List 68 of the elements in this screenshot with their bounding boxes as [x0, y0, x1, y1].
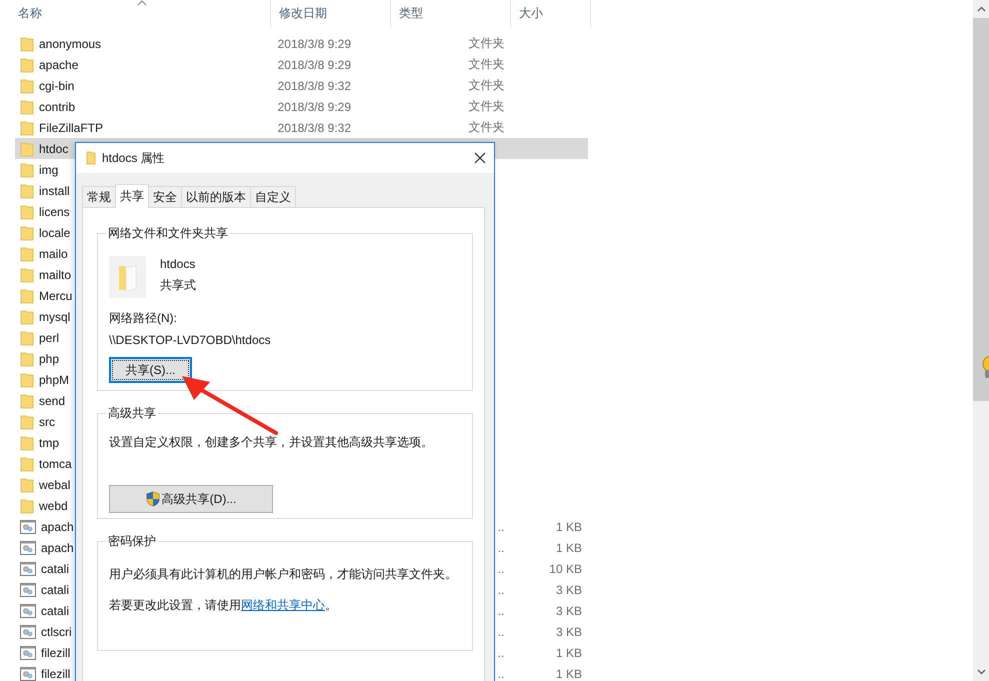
- path-label: 网络路径(N):: [109, 310, 177, 327]
- file-name: send: [39, 394, 66, 408]
- file-type: 文件夹: [468, 119, 504, 136]
- share-status: 共享式: [160, 277, 196, 294]
- description-text: 设置自定义权限，创建多个共享，并设置其他高级共享选项。: [109, 434, 433, 451]
- description-text: 用户必须具有此计算机的用户帐户和密码，才能访问共享文件夹。: [109, 566, 457, 583]
- file-name: tmp: [39, 436, 60, 450]
- modified-date: 2018/3/8 9:32: [278, 78, 351, 92]
- file-name: mailo: [39, 246, 68, 260]
- file-name: catali: [41, 562, 70, 576]
- file-size: 1 KB: [556, 646, 582, 660]
- file-name: catali: [41, 604, 70, 618]
- file-name: mysql: [39, 310, 70, 324]
- file-type: ..: [498, 562, 504, 576]
- file-name: install: [39, 184, 70, 198]
- file-type: 文件夹: [468, 35, 504, 52]
- window-title: htdocs 属性: [102, 150, 165, 166]
- settings-note: 若要更改此设置，请使用网络和共享中心。: [109, 597, 337, 614]
- file-type: ..: [498, 520, 504, 534]
- file-name: phpM: [39, 372, 70, 386]
- file-size: 10 KB: [549, 562, 582, 576]
- file-name: webd: [39, 498, 68, 512]
- network-path: \\DESKTOP-LVD7OBD\htdocs: [109, 333, 271, 347]
- folder-name: htdocs: [160, 257, 196, 271]
- file-type: ..: [498, 604, 504, 618]
- file-name: licens: [39, 204, 70, 218]
- file-name: img: [39, 162, 58, 176]
- file-type: ..: [498, 666, 504, 680]
- file-type: ..: [498, 646, 504, 660]
- file-name: webal: [39, 478, 70, 492]
- file-type: 文件夹: [468, 98, 504, 115]
- file-type: ..: [498, 540, 504, 554]
- group-heading: 密码保护: [107, 533, 157, 550]
- file-name: perl: [39, 330, 60, 344]
- file-size: 3 KB: [556, 604, 582, 618]
- file-type: ..: [498, 624, 504, 638]
- file-type: 文件夹: [468, 77, 504, 94]
- file-name: apache: [39, 58, 78, 72]
- file-name: cgi-bin: [39, 78, 74, 92]
- file-name: apach: [41, 540, 74, 554]
- file-name: apach: [41, 520, 74, 534]
- file-name: contrib: [39, 100, 76, 114]
- file-size: 3 KB: [556, 624, 582, 638]
- modified-date: 2018/3/8 9:29: [278, 36, 351, 50]
- file-name: htdoc: [39, 142, 68, 156]
- file-name: anonymous: [39, 36, 102, 50]
- modified-date: 2018/3/8 9:29: [278, 58, 351, 72]
- file-size: 3 KB: [556, 582, 582, 596]
- file-name: catali: [41, 582, 70, 596]
- file-name: filezill: [41, 646, 70, 660]
- file-size: 1 KB: [556, 520, 582, 534]
- file-type: 文件夹: [468, 56, 504, 73]
- file-size: 1 KB: [556, 666, 582, 680]
- file-name: ctlscri: [41, 624, 72, 638]
- file-type: ..: [498, 582, 504, 596]
- file-name: FileZillaFTP: [39, 120, 104, 134]
- file-name: mailto: [39, 268, 72, 282]
- group-heading: 高级共享: [107, 405, 157, 422]
- group-heading: 网络文件和文件夹共享: [107, 225, 229, 242]
- file-name: php: [39, 352, 60, 366]
- modified-date: 2018/3/8 9:29: [278, 100, 351, 114]
- file-name: filezill: [41, 666, 70, 680]
- modified-date: 2018/3/8 9:32: [278, 120, 351, 134]
- file-name: locale: [39, 226, 70, 240]
- file-name: Mercu: [39, 288, 72, 302]
- file-size: 1 KB: [556, 540, 582, 554]
- file-name: tomca: [39, 456, 72, 470]
- file-name: src: [39, 414, 55, 428]
